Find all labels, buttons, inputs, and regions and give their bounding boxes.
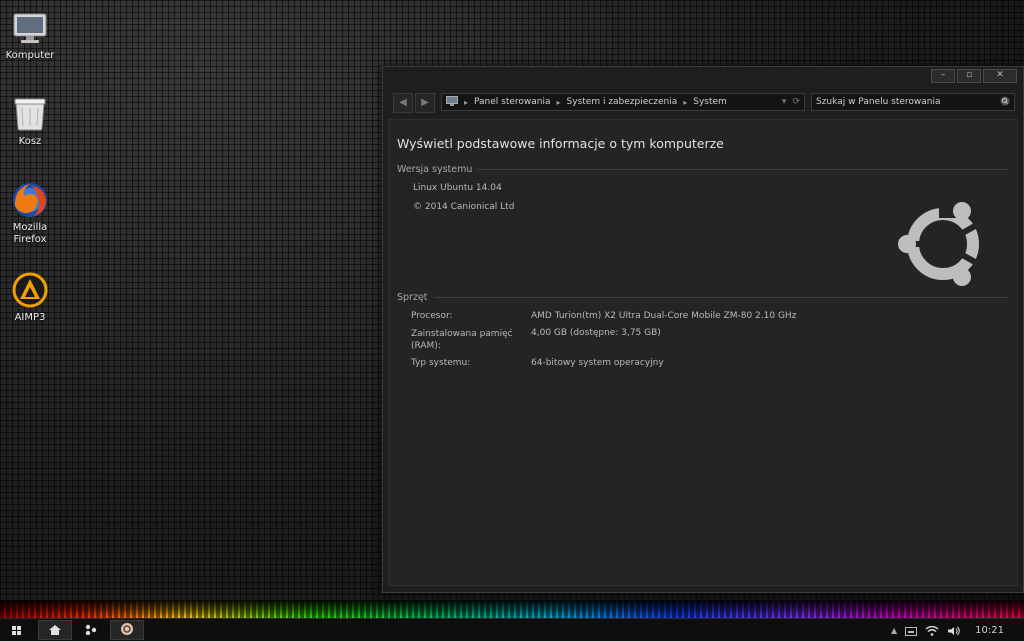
trash-icon [10, 94, 50, 134]
desktop-icon-firefox[interactable]: Mozilla Firefox [2, 180, 58, 246]
search-input[interactable]: Szukaj w Panelu sterowania [816, 97, 1000, 107]
windows-logo-icon [12, 621, 22, 640]
dropdown-icon[interactable]: ▾ [782, 97, 787, 107]
os-name: Linux Ubuntu 14.04 [413, 183, 502, 193]
section-heading-label: Wersja systemu [397, 164, 473, 175]
control-panel-icon [446, 95, 458, 109]
refresh-icon[interactable]: ⟳ [792, 97, 800, 107]
processor-label: Procesor: [411, 311, 453, 321]
divider [433, 297, 1009, 298]
back-button[interactable]: ◀ [393, 93, 413, 113]
breadcrumb-panel-sterowania[interactable]: Panel sterowania [474, 97, 551, 107]
wifi-icon[interactable] [925, 621, 939, 640]
navigation-bar: ◀ ▶ ▸ Panel sterowania ▸ System i zabezp… [393, 93, 1015, 113]
system-type-value: 64-bitowy system operacyjny [531, 358, 664, 368]
taskbar-ubuntu-button[interactable] [110, 620, 144, 640]
address-bar[interactable]: ▸ Panel sterowania ▸ System i zabezpiecz… [441, 93, 805, 111]
system-tray: ▲ 10:21 [891, 621, 1024, 640]
desktop-icon-kosz[interactable]: Kosz [2, 94, 58, 148]
taskbar-apps-button[interactable] [76, 620, 106, 640]
system-type-label: Typ systemu: [411, 358, 471, 368]
rainbow-decoration [0, 600, 1024, 618]
close-button[interactable]: ✕ [983, 69, 1017, 83]
desktop-icon-label: Kosz [18, 136, 42, 147]
clock[interactable]: 10:21 [975, 625, 1004, 636]
arrow-right-icon: ▶ [421, 97, 429, 108]
taskbar-home-button[interactable] [38, 620, 72, 640]
taskbar: ▲ 10:21 [0, 618, 1024, 641]
keyboard-icon[interactable] [905, 621, 918, 640]
forward-button[interactable]: ▶ [415, 93, 435, 113]
desktop-icon-label: AIMP3 [14, 312, 46, 323]
ubuntu-icon [120, 621, 134, 640]
volume-icon[interactable] [947, 621, 961, 640]
breadcrumb-separator: ▸ [464, 97, 469, 107]
home-icon [48, 621, 62, 640]
processor-value: AMD Turion(tm) X2 Ultra Dual-Core Mobile… [531, 311, 797, 321]
section-heading-system-version: Wersja systemu [397, 164, 1009, 175]
maximize-button[interactable]: ▫ [957, 69, 981, 83]
main-content: Wyświetl podstawowe informacje o tym kom… [388, 119, 1018, 586]
ram-label: Zainstalowana pamięć (RAM): [411, 329, 513, 351]
divider [478, 169, 1009, 170]
desktop-icon-label: Mozilla Firefox [12, 222, 48, 245]
breadcrumb-separator: ▸ [556, 97, 561, 107]
system-window: – ▫ ✕ ◀ ▶ ▸ Panel sterowania ▸ System i … [382, 66, 1024, 593]
page-title: Wyświetl podstawowe informacje o tym kom… [397, 136, 724, 151]
breadcrumb-system-i-zabezpieczenia[interactable]: System i zabezpieczenia [567, 97, 678, 107]
aimp-icon [10, 270, 50, 310]
breadcrumb-separator: ▸ [683, 97, 688, 107]
monitor-icon [10, 8, 50, 48]
desktop-icon-komputer[interactable]: Komputer [2, 8, 58, 62]
section-heading-label: Sprzęt [397, 292, 428, 303]
start-button[interactable] [0, 620, 34, 640]
search-box[interactable]: Szukaj w Panelu sterowania [811, 93, 1015, 111]
section-heading-hardware: Sprzęt [397, 292, 1009, 303]
firefox-icon [10, 180, 50, 220]
desktop-icon-label: Komputer [5, 50, 55, 61]
ram-value: 4,00 GB (dostępne: 3,75 GB) [531, 328, 661, 338]
minimize-button[interactable]: – [931, 69, 955, 83]
desktop-icon-aimp3[interactable]: AIMP3 [2, 270, 58, 324]
search-icon[interactable] [1000, 96, 1010, 109]
breadcrumb-system[interactable]: System [693, 97, 727, 107]
ubuntu-logo [895, 196, 991, 292]
os-copyright: © 2014 Canionical Ltd [413, 202, 515, 212]
arrow-left-icon: ◀ [399, 97, 407, 108]
apps-icon [84, 621, 98, 640]
tray-arrow-icon[interactable]: ▲ [891, 626, 897, 635]
window-controls: – ▫ ✕ [931, 69, 1017, 83]
